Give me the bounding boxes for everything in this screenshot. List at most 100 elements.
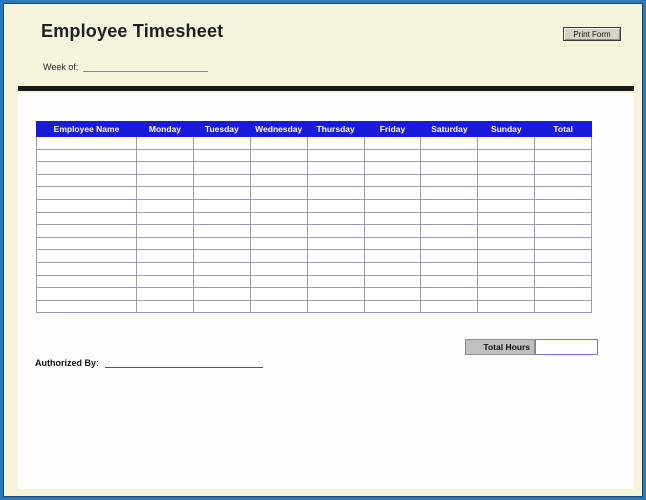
timesheet-cell[interactable] <box>306 261 365 276</box>
timesheet-cell[interactable] <box>534 236 593 251</box>
print-form-button[interactable]: Print Form <box>563 27 621 41</box>
timesheet-cell[interactable] <box>363 249 422 263</box>
timesheet-cell[interactable] <box>363 173 422 188</box>
timesheet-cell[interactable] <box>192 198 251 213</box>
timesheet-cell[interactable] <box>477 136 536 150</box>
timesheet-cell[interactable] <box>36 287 137 301</box>
timesheet-cell[interactable] <box>249 249 308 263</box>
timesheet-cell[interactable] <box>36 161 137 175</box>
timesheet-cell[interactable] <box>477 224 536 238</box>
timesheet-cell[interactable] <box>534 224 593 238</box>
timesheet-cell[interactable] <box>136 198 194 213</box>
timesheet-cell[interactable] <box>420 148 479 163</box>
timesheet-cell[interactable] <box>420 261 479 276</box>
timesheet-cell[interactable] <box>363 198 422 213</box>
timesheet-cell[interactable] <box>306 287 365 301</box>
timesheet-cell[interactable] <box>306 224 365 238</box>
timesheet-cell[interactable] <box>249 198 308 213</box>
timesheet-cell[interactable] <box>192 224 251 238</box>
timesheet-cell[interactable] <box>477 287 536 301</box>
timesheet-cell[interactable] <box>249 287 308 301</box>
timesheet-cell[interactable] <box>36 211 137 226</box>
timesheet-cell[interactable] <box>306 186 365 200</box>
timesheet-cell[interactable] <box>136 287 194 301</box>
timesheet-cell[interactable] <box>363 186 422 200</box>
timesheet-cell[interactable] <box>249 236 308 251</box>
timesheet-cell[interactable] <box>534 261 593 276</box>
timesheet-cell[interactable] <box>420 173 479 188</box>
timesheet-cell[interactable] <box>36 186 137 200</box>
timesheet-cell[interactable] <box>306 161 365 175</box>
timesheet-cell[interactable] <box>306 211 365 226</box>
timesheet-cell[interactable] <box>192 161 251 175</box>
timesheet-cell[interactable] <box>420 198 479 213</box>
timesheet-cell[interactable] <box>136 261 194 276</box>
timesheet-cell[interactable] <box>420 186 479 200</box>
timesheet-cell[interactable] <box>477 148 536 163</box>
timesheet-cell[interactable] <box>36 198 137 213</box>
timesheet-cell[interactable] <box>363 211 422 226</box>
timesheet-cell[interactable] <box>363 224 422 238</box>
timesheet-cell[interactable] <box>363 236 422 251</box>
timesheet-cell[interactable] <box>306 198 365 213</box>
total-hours-input[interactable] <box>535 339 598 355</box>
timesheet-cell[interactable] <box>36 261 137 276</box>
timesheet-cell[interactable] <box>136 161 194 175</box>
timesheet-cell[interactable] <box>36 249 137 263</box>
timesheet-cell[interactable] <box>534 148 593 163</box>
timesheet-cell[interactable] <box>420 274 479 289</box>
timesheet-cell[interactable] <box>477 236 536 251</box>
timesheet-cell[interactable] <box>420 161 479 175</box>
authorized-by-input[interactable] <box>105 357 263 368</box>
timesheet-cell[interactable] <box>534 249 593 263</box>
timesheet-cell[interactable] <box>420 249 479 263</box>
timesheet-cell[interactable] <box>363 274 422 289</box>
timesheet-cell[interactable] <box>36 236 137 251</box>
timesheet-cell[interactable] <box>192 136 251 150</box>
timesheet-cell[interactable] <box>136 224 194 238</box>
timesheet-cell[interactable] <box>534 186 593 200</box>
timesheet-cell[interactable] <box>534 173 593 188</box>
timesheet-cell[interactable] <box>192 173 251 188</box>
timesheet-cell[interactable] <box>477 261 536 276</box>
timesheet-cell[interactable] <box>136 249 194 263</box>
timesheet-cell[interactable] <box>534 299 593 314</box>
timesheet-cell[interactable] <box>477 198 536 213</box>
timesheet-cell[interactable] <box>420 211 479 226</box>
timesheet-cell[interactable] <box>249 173 308 188</box>
week-of-input[interactable] <box>83 60 209 72</box>
timesheet-cell[interactable] <box>192 299 251 314</box>
timesheet-cell[interactable] <box>420 136 479 150</box>
timesheet-cell[interactable] <box>192 148 251 163</box>
timesheet-cell[interactable] <box>192 249 251 263</box>
timesheet-cell[interactable] <box>136 186 194 200</box>
timesheet-cell[interactable] <box>477 211 536 226</box>
timesheet-cell[interactable] <box>136 299 194 314</box>
timesheet-cell[interactable] <box>249 224 308 238</box>
timesheet-cell[interactable] <box>36 274 137 289</box>
timesheet-cell[interactable] <box>306 236 365 251</box>
timesheet-cell[interactable] <box>306 274 365 289</box>
timesheet-cell[interactable] <box>249 261 308 276</box>
timesheet-cell[interactable] <box>249 186 308 200</box>
timesheet-cell[interactable] <box>363 261 422 276</box>
timesheet-cell[interactable] <box>477 161 536 175</box>
timesheet-cell[interactable] <box>36 299 137 314</box>
timesheet-cell[interactable] <box>36 148 137 163</box>
timesheet-cell[interactable] <box>136 211 194 226</box>
timesheet-cell[interactable] <box>477 249 536 263</box>
timesheet-cell[interactable] <box>306 148 365 163</box>
timesheet-cell[interactable] <box>363 148 422 163</box>
timesheet-cell[interactable] <box>136 173 194 188</box>
timesheet-cell[interactable] <box>192 236 251 251</box>
timesheet-cell[interactable] <box>534 198 593 213</box>
timesheet-cell[interactable] <box>534 136 593 150</box>
timesheet-cell[interactable] <box>36 224 137 238</box>
timesheet-cell[interactable] <box>192 211 251 226</box>
timesheet-cell[interactable] <box>363 136 422 150</box>
timesheet-cell[interactable] <box>420 287 479 301</box>
timesheet-cell[interactable] <box>420 299 479 314</box>
timesheet-cell[interactable] <box>249 299 308 314</box>
timesheet-cell[interactable] <box>534 274 593 289</box>
timesheet-cell[interactable] <box>477 299 536 314</box>
